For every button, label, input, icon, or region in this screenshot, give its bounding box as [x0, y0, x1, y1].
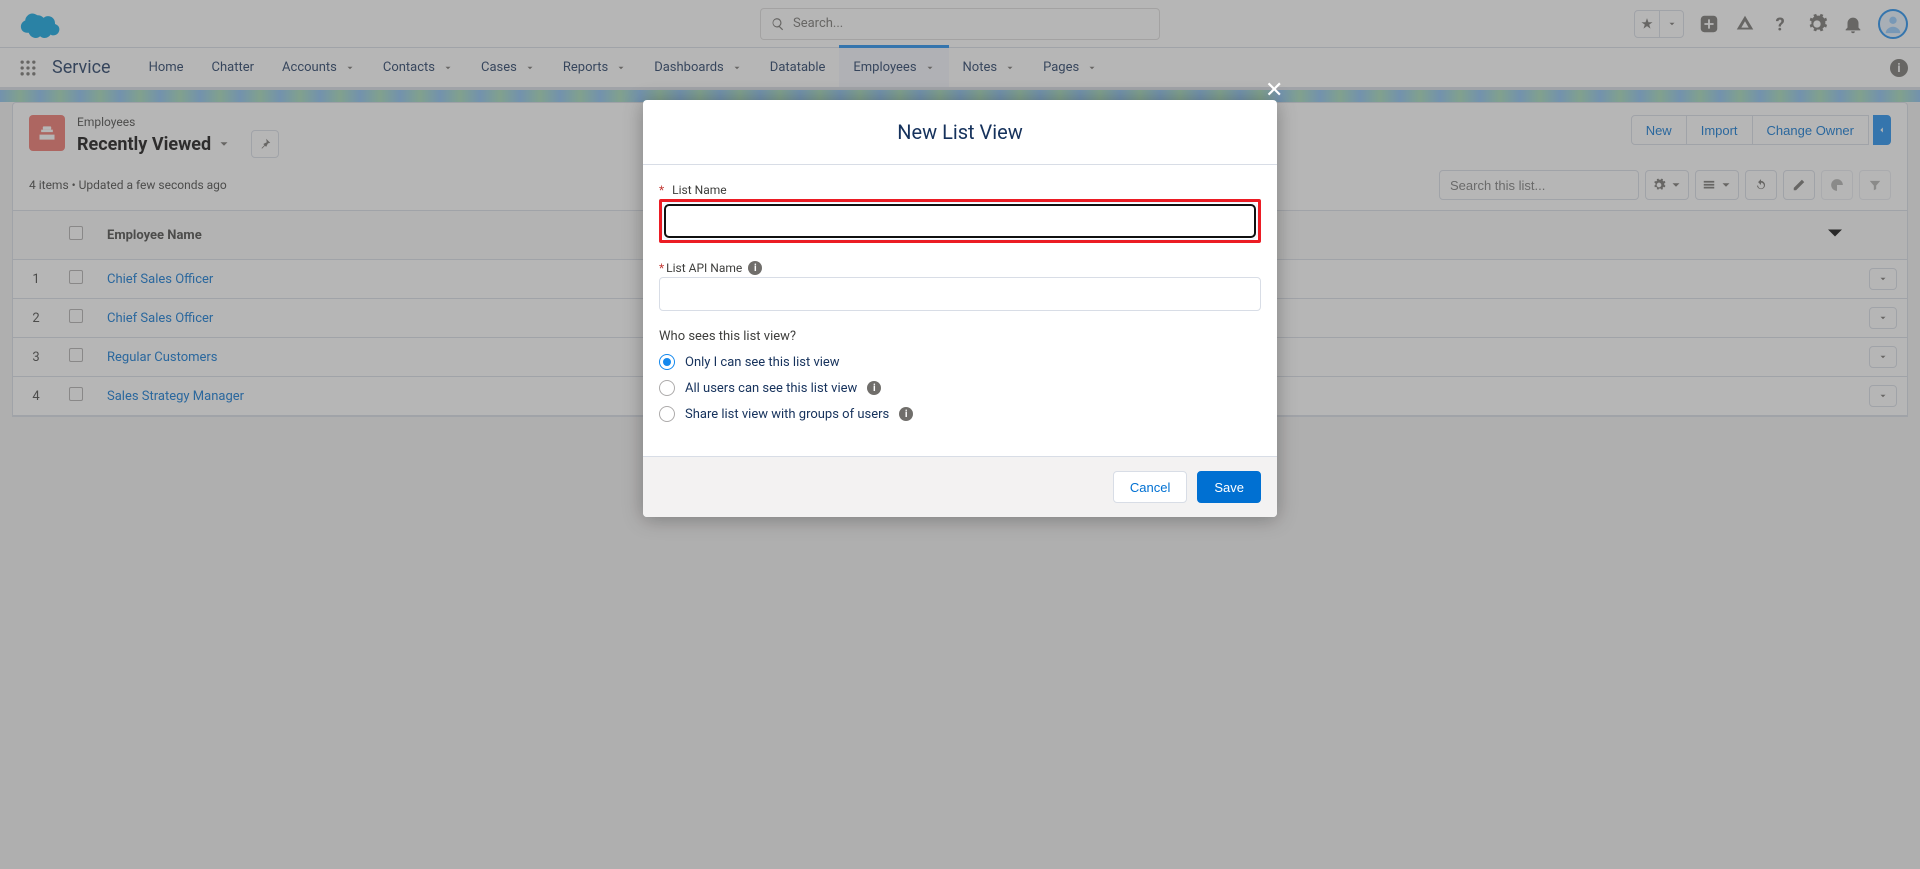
visibility-all-users-label: All users can see this list view — [685, 381, 857, 396]
list-api-label-row: List API Name i — [659, 261, 1261, 275]
save-button[interactable]: Save — [1197, 471, 1261, 503]
modal-footer: Cancel Save — [643, 456, 1277, 517]
modal-backdrop: ✕ New List View List Name List API Name … — [0, 0, 1920, 869]
radio-icon[interactable] — [659, 380, 675, 396]
radio-icon[interactable] — [659, 406, 675, 422]
visibility-only-me[interactable]: Only I can see this list view — [659, 354, 1261, 370]
cancel-button[interactable]: Cancel — [1113, 471, 1187, 503]
share-groups-info-icon[interactable]: i — [899, 407, 913, 421]
visibility-share-groups-label: Share list view with groups of users — [685, 407, 889, 422]
list-name-label: List Name — [659, 183, 1261, 197]
list-name-highlight — [659, 199, 1261, 243]
modal-header: New List View — [643, 100, 1277, 165]
radio-icon[interactable] — [659, 354, 675, 370]
visibility-only-me-label: Only I can see this list view — [685, 355, 840, 370]
visibility-all-users[interactable]: All users can see this list view i — [659, 380, 1261, 396]
visibility-share-groups[interactable]: Share list view with groups of users i — [659, 406, 1261, 422]
list-api-label: List API Name — [659, 261, 742, 275]
visibility-question: Who sees this list view? — [659, 329, 1261, 344]
modal-close-icon[interactable]: ✕ — [1265, 78, 1283, 103]
all-users-info-icon[interactable]: i — [867, 381, 881, 395]
list-api-name-input[interactable] — [659, 277, 1261, 311]
modal-title: New List View — [659, 120, 1261, 144]
new-list-view-modal: New List View List Name List API Name i … — [643, 100, 1277, 517]
api-name-info-icon[interactable]: i — [748, 261, 762, 275]
list-name-input[interactable] — [664, 204, 1256, 238]
